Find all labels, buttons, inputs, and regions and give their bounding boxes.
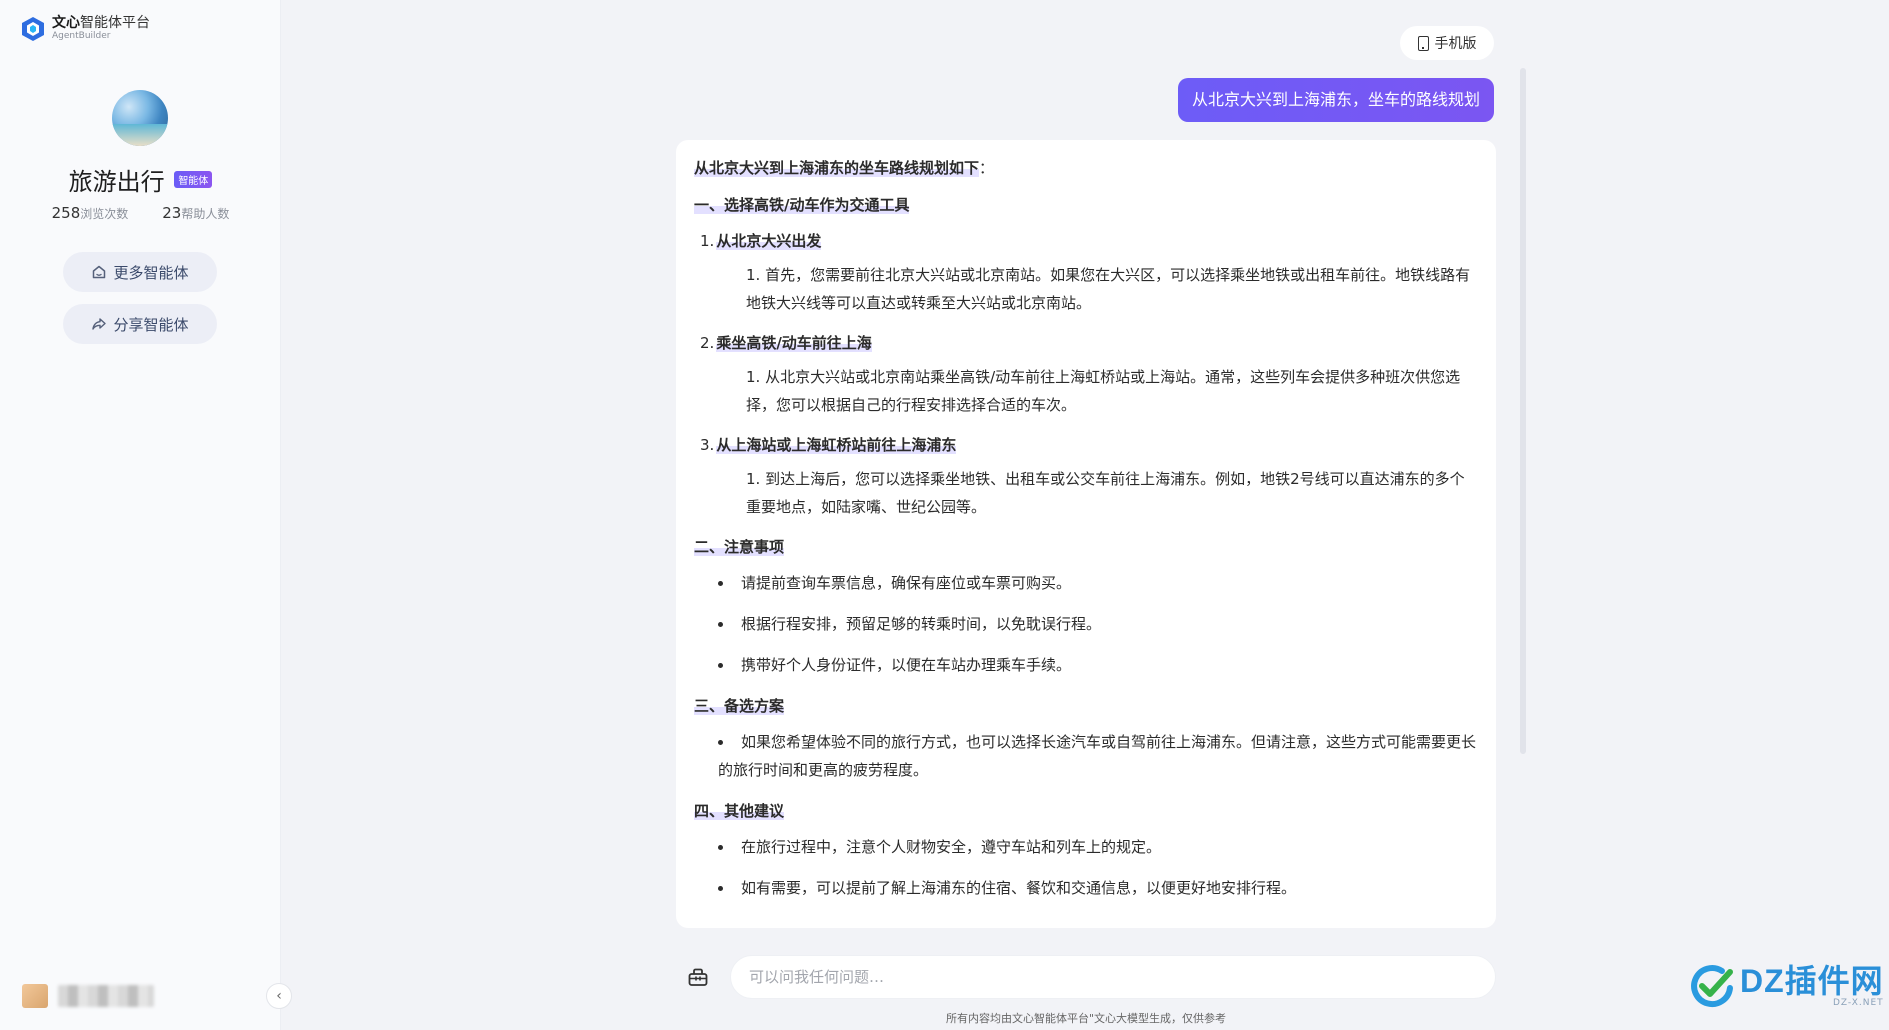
route-step-title: 3. 从上海站或上海虹桥站前往上海浦东 [700, 431, 1479, 459]
list-item: 请提前查询车票信息，确保有座位或车票可购买。 [718, 569, 1479, 597]
platform-logo[interactable]: 文心智能体平台 AgentBuilder [20, 15, 150, 42]
agent-title: 旅游出行 [68, 168, 165, 196]
alternatives-list: 如果您希望体验不同的旅行方式，也可以选择长途汽车或自驾前往上海浦东。但请注意，这… [718, 728, 1479, 784]
route-step: 2. 乘坐高铁/动车前往上海 1. 从北京大兴站或北京南站乘坐高铁/动车前往上海虹… [700, 329, 1479, 419]
answer-intro-text: 从北京大兴到上海浦东的坐车路线规划如下 [694, 159, 980, 177]
user-avatar [22, 984, 48, 1008]
chevron-left-icon: ‹ [276, 988, 282, 1004]
more-agents-label: 更多智能体 [113, 263, 189, 282]
assistant-answer: 从北京大兴到上海浦东的坐车路线规划如下： 一、选择高铁/动车作为交通工具 1. 从… [676, 140, 1496, 928]
user-message-bubble: 从北京大兴到上海浦东，坐车的路线规划 [1177, 78, 1494, 122]
list-item: 在旅行过程中，注意个人财物安全，遵守车站和列车上的规定。 [718, 833, 1479, 861]
stat-helped-label: 帮助人数 [181, 207, 230, 221]
home-icon [93, 265, 106, 279]
route-step-heading: 从北京大兴出发 [716, 232, 822, 250]
platform-logo-icon [22, 16, 44, 41]
route-step: 1. 从北京大兴出发 1. 首先，您需要前往北京大兴站或北京南站。如果您在大兴区，… [700, 227, 1479, 317]
mobile-version-button[interactable]: 手机版 [1400, 26, 1494, 60]
user-name-redacted [58, 985, 154, 1007]
stat-views-label: 浏览次数 [80, 207, 129, 221]
checkmark-logo-icon [1691, 965, 1733, 1007]
answer-intro-tail: ： [979, 159, 995, 177]
sidebar: 文心智能体平台 AgentBuilder 旅游出行 智能体 258浏览次数 23… [0, 0, 281, 1030]
section-title: 一、选择高铁/动车作为交通工具 [694, 191, 1479, 219]
route-step-number: 2. [700, 334, 715, 352]
list-item: 携带好个人身份证件，以便在车站办理乘车手续。 [718, 651, 1479, 679]
chat-scrollbar[interactable] [1520, 68, 1526, 754]
route-step-title: 1. 从北京大兴出发 [700, 227, 1479, 255]
route-step-number: 1. [700, 232, 715, 250]
phone-icon [1417, 35, 1429, 51]
route-step-detail: 1. 首先，您需要前往北京大兴站或北京南站。如果您在大兴区，可以选择乘坐地铁或出… [746, 266, 1471, 312]
section-title: 二、注意事项 [694, 533, 1479, 561]
mobile-version-label: 手机版 [1434, 36, 1477, 52]
agent-stats: 258浏览次数 23帮助人数 [0, 204, 281, 222]
list-item: 根据行程安排，预留足够的转乘时间，以免耽误行程。 [718, 610, 1479, 638]
platform-name-suffix: 智能体平台 [80, 15, 150, 31]
platform-name: 文心智能体平台 [52, 15, 150, 31]
answer-intro: 从北京大兴到上海浦东的坐车路线规划如下： [694, 154, 1479, 182]
list-item: 如果您希望体验不同的旅行方式，也可以选择长途汽车或自驾前往上海浦东。但请注意，这… [718, 728, 1479, 784]
notes-list: 请提前查询车票信息，确保有座位或车票可购买。 根据行程安排，预留足够的转乘时间，… [718, 569, 1479, 679]
stat-helped-count: 23 [162, 204, 182, 222]
user-account[interactable] [22, 984, 154, 1008]
route-step-heading: 从上海站或上海虹桥站前往上海浦东 [716, 436, 957, 454]
suggestions-list: 在旅行过程中，注意个人财物安全，遵守车站和列车上的规定。 如有需要，可以提前了解… [718, 833, 1479, 902]
share-agent-button[interactable]: 分享智能体 [63, 304, 217, 344]
section3-title: 三、备选方案 [694, 697, 785, 715]
list-item: 如有需要，可以提前了解上海浦东的住宿、餐饮和交通信息，以便更好地安排行程。 [718, 874, 1479, 902]
toolbox-icon [688, 968, 708, 986]
collapse-sidebar-button[interactable]: ‹ [266, 983, 292, 1009]
route-step-heading: 乘坐高铁/动车前往上海 [716, 334, 872, 352]
route-step-detail: 1. 从北京大兴站或北京南站乘坐高铁/动车前往上海虹桥站或上海站。通常，这些列车… [746, 368, 1461, 414]
chat-input[interactable] [730, 955, 1496, 999]
stat-views: 258浏览次数 [52, 204, 129, 222]
watermark-subtext: DZ-X.NET [1832, 998, 1884, 1008]
section-title: 四、其他建议 [694, 797, 1479, 825]
route-step-title: 2. 乘坐高铁/动车前往上海 [700, 329, 1479, 357]
share-icon [92, 318, 107, 330]
watermark-text: DZ插件网 [1740, 963, 1884, 999]
route-step-detail: 1. 到达上海后，您可以选择乘坐地铁、出租车或公交车前往上海浦东。例如，地铁2号… [746, 470, 1465, 516]
platform-subname: AgentBuilder [52, 31, 111, 41]
site-watermark: DZ插件网 DZ-X.NET [1688, 962, 1884, 1010]
agent-title-row: 旅游出行 智能体 [0, 162, 281, 197]
more-agents-button[interactable]: 更多智能体 [63, 252, 217, 292]
platform-brand: 文心 [52, 15, 80, 31]
route-step-number: 3. [700, 436, 715, 454]
agent-avatar [112, 90, 168, 146]
section1-title: 一、选择高铁/动车作为交通工具 [694, 196, 910, 214]
section4-title: 四、其他建议 [694, 802, 785, 820]
section-title: 三、备选方案 [694, 692, 1479, 720]
toolbox-button[interactable] [680, 959, 716, 995]
ai-disclaimer: 所有内容均由文心智能体平台"文心大模型生成，仅供参考 [945, 1012, 1227, 1025]
agent-badge: 智能体 [174, 171, 213, 188]
stat-helped: 23帮助人数 [162, 204, 229, 222]
share-agent-label: 分享智能体 [113, 315, 189, 334]
section2-title: 二、注意事项 [694, 538, 785, 556]
route-step: 3. 从上海站或上海虹桥站前往上海浦东 1. 到达上海后，您可以选择乘坐地铁、出租… [700, 431, 1479, 521]
stat-views-count: 258 [51, 204, 81, 222]
